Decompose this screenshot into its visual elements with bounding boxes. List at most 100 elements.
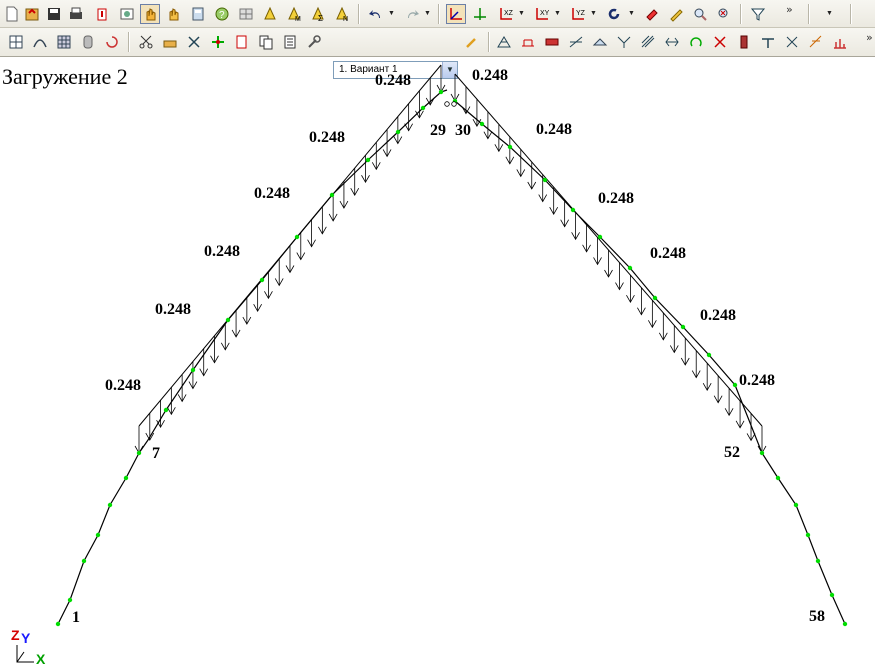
node-point[interactable]	[652, 295, 658, 301]
doc-table-icon[interactable]	[280, 32, 300, 52]
node-point[interactable]	[775, 475, 781, 481]
zoom-reset-icon[interactable]	[714, 4, 734, 24]
cylinder-icon[interactable]	[78, 32, 98, 52]
node-point[interactable]	[395, 129, 401, 135]
node-point[interactable]	[570, 207, 576, 213]
load-icon[interactable]	[160, 32, 180, 52]
beam-icon[interactable]	[542, 32, 562, 52]
model-canvas[interactable]: 0.248 0.248 0.248 0.248 0.248 0.248 0.248 0.248…	[0, 58, 875, 670]
filter-icon[interactable]	[748, 4, 768, 24]
node-point[interactable]	[793, 502, 799, 508]
node-point[interactable]	[259, 277, 265, 283]
undo-icon[interactable]	[366, 4, 386, 24]
node-point[interactable]	[815, 558, 821, 564]
cross-node-icon[interactable]	[782, 32, 802, 52]
node-point[interactable]	[829, 592, 835, 598]
pick-icon[interactable]	[462, 32, 482, 52]
node-point[interactable]	[67, 597, 73, 603]
paint-icon[interactable]	[642, 4, 662, 24]
calculator-icon[interactable]	[188, 4, 208, 24]
toolbar2-dropdown-icon[interactable]: ▼	[826, 9, 833, 19]
sigma-sum-icon[interactable]: Σ	[308, 4, 328, 24]
node-point[interactable]	[507, 144, 513, 150]
preview-icon[interactable]	[117, 4, 137, 24]
sigma-n-icon[interactable]: N	[332, 4, 352, 24]
plane-yz-icon[interactable]: YZ	[568, 4, 588, 24]
cut-icon[interactable]	[136, 32, 156, 52]
frame-icon[interactable]	[518, 32, 538, 52]
node-point[interactable]	[107, 502, 113, 508]
node-point[interactable]	[55, 621, 61, 627]
split-icon[interactable]	[662, 32, 682, 52]
diag-icon[interactable]	[566, 32, 586, 52]
hatch-icon[interactable]	[638, 32, 658, 52]
wrench-icon[interactable]	[304, 32, 324, 52]
load-diagram-icon[interactable]	[806, 32, 826, 52]
print-icon[interactable]	[66, 4, 86, 24]
redo-dropdown-icon[interactable]: ▼	[424, 9, 431, 19]
plane-yz-dropdown-icon[interactable]: ▼	[590, 9, 597, 19]
node-point[interactable]	[842, 621, 848, 627]
node-point[interactable]	[680, 324, 686, 330]
export-icon[interactable]	[92, 4, 112, 24]
hinge-icon[interactable]	[614, 32, 634, 52]
support-icon[interactable]	[710, 32, 730, 52]
column-icon[interactable]	[734, 32, 754, 52]
rotate-view-icon[interactable]	[604, 4, 624, 24]
axes-rotate-icon[interactable]	[470, 4, 490, 24]
node-point[interactable]	[163, 407, 169, 413]
plane-xz-icon[interactable]: XZ	[496, 4, 516, 24]
zoom-icon[interactable]	[690, 4, 710, 24]
arrow-load-icon[interactable]	[184, 32, 204, 52]
doc-duplicate-icon[interactable]	[256, 32, 276, 52]
help-icon[interactable]: ?	[212, 4, 232, 24]
mesh-icon[interactable]	[54, 32, 74, 52]
node-point[interactable]	[190, 367, 196, 373]
grid-table-icon[interactable]	[6, 32, 26, 52]
rotate-dropdown-icon[interactable]: ▼	[628, 9, 635, 19]
new-file-icon[interactable]	[2, 4, 22, 24]
redo-icon[interactable]	[402, 4, 422, 24]
node-point[interactable]	[365, 157, 371, 163]
node-point[interactable]	[294, 234, 300, 240]
rotate-node-icon[interactable]	[686, 32, 706, 52]
plane-xy-icon[interactable]: XY	[532, 4, 552, 24]
axes-3d-icon[interactable]	[446, 4, 466, 24]
truss-icon[interactable]	[494, 32, 514, 52]
save-icon[interactable]	[44, 4, 64, 24]
plate-icon[interactable]	[590, 32, 610, 52]
hand-edit-icon[interactable]	[164, 4, 184, 24]
node-point[interactable]	[438, 89, 444, 95]
doc-copy-icon[interactable]	[232, 32, 252, 52]
joint-icon[interactable]	[758, 32, 778, 52]
rotate-object-icon[interactable]	[102, 32, 122, 52]
node-point[interactable]	[329, 192, 335, 198]
hand-select-icon[interactable]	[140, 4, 160, 24]
toolbar2-overflow-icon[interactable]: »	[866, 31, 873, 44]
node-point[interactable]	[597, 234, 603, 240]
undo-dropdown-icon[interactable]: ▼	[388, 9, 395, 19]
node-point[interactable]	[706, 352, 712, 358]
plane-xy-dropdown-icon[interactable]: ▼	[554, 9, 561, 19]
sigma-icon[interactable]	[260, 4, 280, 24]
toolbar-overflow-icon[interactable]: »	[786, 3, 793, 16]
node-point[interactable]	[136, 450, 142, 456]
sigma-m-icon[interactable]: M	[284, 4, 304, 24]
node-point[interactable]	[81, 558, 87, 564]
node-point[interactable]	[627, 265, 633, 271]
stats-icon[interactable]	[830, 32, 850, 52]
node-point[interactable]	[732, 382, 738, 388]
open-file-icon[interactable]	[22, 4, 42, 24]
node-point[interactable]	[123, 475, 129, 481]
node-point[interactable]	[759, 450, 765, 456]
node-point[interactable]	[420, 105, 426, 111]
node-add-icon[interactable]	[208, 32, 228, 52]
node-point[interactable]	[95, 532, 101, 538]
node-point[interactable]	[225, 317, 231, 323]
node-point[interactable]	[805, 532, 811, 538]
pencil-icon[interactable]	[666, 4, 686, 24]
arch-icon[interactable]	[30, 32, 50, 52]
node-point[interactable]	[542, 177, 548, 183]
plane-xz-dropdown-icon[interactable]: ▼	[518, 9, 525, 19]
node-point[interactable]	[479, 121, 485, 127]
